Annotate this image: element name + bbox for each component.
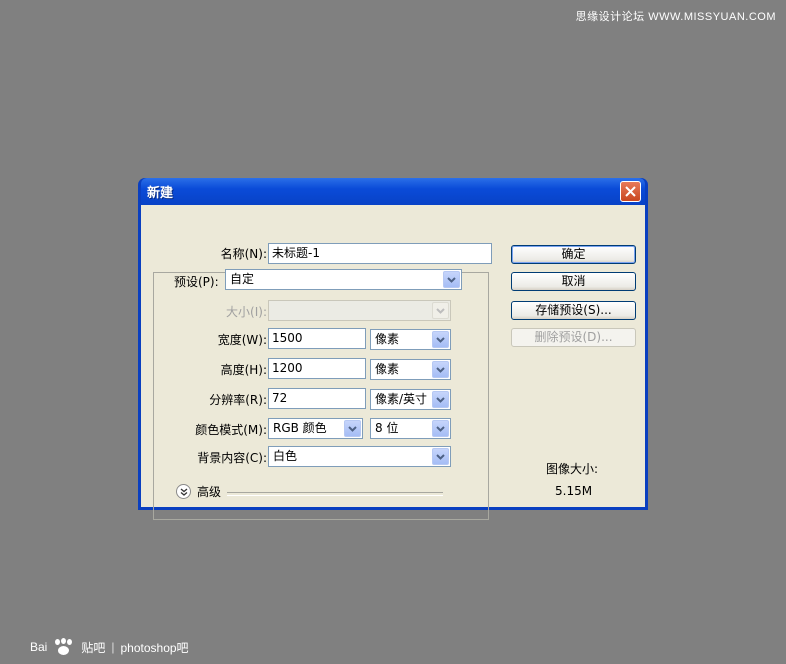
- desktop: 思缘设计论坛 WWW.MISSYUAN.COM 新建 名称(N): 未标题-1 …: [0, 0, 786, 664]
- watermark-bottom: Bai 贴吧 | photoshop吧: [30, 638, 189, 656]
- save-preset-button[interactable]: 存储预设(S)...: [511, 301, 636, 320]
- resolution-input[interactable]: 72: [268, 388, 366, 409]
- width-input[interactable]: 1500: [268, 328, 366, 349]
- name-input[interactable]: 未标题-1: [268, 243, 492, 264]
- chevron-down-icon[interactable]: [432, 361, 449, 378]
- chevron-down-icon[interactable]: [432, 420, 449, 437]
- chevron-down-icon: [432, 302, 449, 319]
- chevron-down-icon[interactable]: [432, 391, 449, 408]
- bit-depth-value: 8 位: [375, 421, 399, 435]
- close-icon: [625, 186, 636, 197]
- dialog-client: 名称(N): 未标题-1 预设(P): 自定 大小(I): 宽度(W): 150…: [141, 205, 645, 520]
- dialog-title: 新建: [147, 186, 174, 201]
- preset-select-value: 自定: [230, 272, 255, 286]
- width-label: 宽度(W):: [217, 333, 267, 347]
- cancel-button[interactable]: 取消: [511, 272, 636, 291]
- advanced-divider: [227, 492, 443, 496]
- new-document-dialog: 新建 名称(N): 未标题-1 预设(P): 自定 大小(I): 宽度(W): …: [138, 178, 648, 520]
- double-chevron-down-icon: [176, 484, 191, 499]
- width-unit-value: 像素: [375, 332, 400, 346]
- ok-button[interactable]: 确定: [511, 245, 636, 264]
- size-select: [268, 300, 451, 321]
- forum-name: photoshop吧: [120, 640, 189, 655]
- watermark-separator: |: [111, 640, 115, 654]
- chevron-down-icon[interactable]: [432, 331, 449, 348]
- chevron-down-icon[interactable]: [432, 448, 449, 465]
- size-label: 大小(I):: [226, 305, 267, 319]
- color-mode-select[interactable]: RGB 颜色: [268, 418, 363, 439]
- bit-depth-select[interactable]: 8 位: [370, 418, 451, 439]
- watermark-top: 思缘设计论坛 WWW.MISSYUAN.COM: [575, 11, 776, 23]
- paw-icon: [53, 638, 75, 656]
- resolution-unit-select[interactable]: 像素/英寸: [370, 389, 451, 410]
- delete-preset-button: 删除预设(D)...: [511, 328, 636, 347]
- close-button[interactable]: [620, 181, 641, 202]
- resolution-unit-value: 像素/英寸: [375, 392, 428, 406]
- title-bar[interactable]: 新建: [141, 178, 645, 205]
- background-select[interactable]: 白色: [268, 446, 451, 467]
- height-unit-select[interactable]: 像素: [370, 359, 451, 380]
- background-value: 白色: [273, 449, 298, 463]
- baidu-brand: Bai: [30, 640, 48, 654]
- name-label: 名称(N):: [220, 247, 267, 261]
- preset-label: 预设(P):: [171, 273, 231, 290]
- height-label: 高度(H):: [220, 363, 267, 377]
- color-mode-label: 颜色模式(M):: [195, 423, 267, 437]
- resolution-label: 分辨率(R):: [209, 393, 267, 407]
- background-label: 背景内容(C):: [197, 451, 267, 465]
- color-mode-value: RGB 颜色: [273, 421, 327, 435]
- chevron-down-icon[interactable]: [443, 271, 460, 288]
- image-size-label: 图像大小:: [546, 462, 599, 476]
- preset-select[interactable]: 自定: [225, 269, 462, 290]
- advanced-label: 高级: [197, 485, 222, 499]
- chevron-down-icon[interactable]: [344, 420, 361, 437]
- advanced-toggle[interactable]: 高级: [176, 483, 221, 500]
- image-size-value: 5.15M: [555, 484, 593, 498]
- width-unit-select[interactable]: 像素: [370, 329, 451, 350]
- height-input[interactable]: 1200: [268, 358, 366, 379]
- tieba-brand: 贴吧: [81, 640, 106, 655]
- height-unit-value: 像素: [375, 362, 400, 376]
